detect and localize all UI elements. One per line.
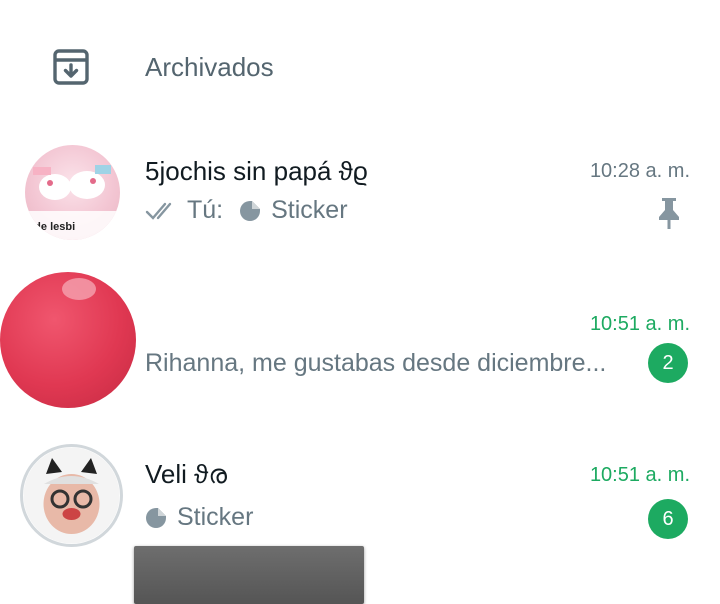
sticker-icon — [240, 200, 261, 221]
unread-badge: 2 — [648, 343, 688, 383]
unread-badge: 6 — [648, 499, 688, 539]
archived-row[interactable]: Archivados — [0, 20, 720, 116]
preview-text: Rihanna, me gustabas desde diciembre... — [145, 349, 607, 377]
chat-time: 10:28 a. m. — [589, 160, 690, 182]
sticker-icon — [146, 507, 166, 528]
chat-preview: Sticker — [145, 503, 253, 532]
archive-icon — [53, 49, 89, 85]
preview-text: Sticker — [177, 503, 254, 531]
avatar-caption: a de lesbi — [25, 221, 76, 233]
chat-row[interactable]: 10:51 a. m. Rihanna, me gustabas desde d… — [0, 262, 720, 604]
preview-prefix: Tú: — [187, 196, 224, 224]
chat-time: 10:51 a. m. — [589, 313, 690, 335]
chat-preview: Tú: Sticker — [145, 196, 348, 225]
chat-preview: Rihanna, me gustabas desde diciembre... — [145, 349, 606, 378]
avatar — [20, 444, 123, 547]
chat-row[interactable]: a de lesbi 5jochis sin papá ϑϱ 10:28 a. … — [0, 130, 720, 255]
chat-name: Veli ϑര — [145, 459, 227, 489]
chat-name: 5jochis sin papá ϑϱ — [145, 156, 368, 186]
avatar — [0, 272, 136, 408]
avatar: a de lesbi — [25, 145, 120, 240]
preview-text: Sticker — [271, 196, 348, 224]
pin-icon — [659, 198, 679, 229]
chat-row[interactable]: Veli ϑര 10:51 a. m. Sticker 6 — [0, 435, 720, 565]
chat-time: 10:51 a. m. — [589, 464, 690, 486]
double-check-icon — [145, 202, 172, 220]
archived-label: Archivados — [145, 52, 274, 82]
